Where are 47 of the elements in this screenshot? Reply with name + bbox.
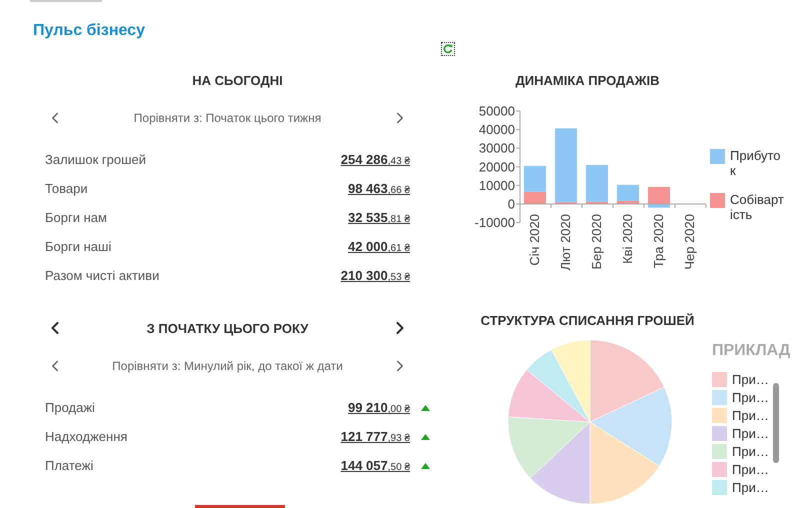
y-tick-label: -10000: [474, 215, 515, 230]
row-label: Разом чисті активи: [45, 268, 160, 283]
refresh-icon[interactable]: [441, 42, 455, 56]
x-tick-label: Кві 2020: [620, 214, 635, 264]
row-label: Надходження: [45, 429, 128, 444]
section-heading: З ПОЧАТКУ ЦЬОГО РОКУ: [146, 320, 308, 336]
amount-link[interactable]: 144 057,50 ₴: [340, 458, 410, 473]
section-heading: НА СЬОГОДНІ: [192, 72, 283, 88]
row-label: Борги наші: [45, 239, 112, 254]
legend-label: При…: [732, 426, 769, 441]
legend-title: ПРИКЛАД: [712, 341, 790, 361]
amount-link[interactable]: 99 210,00 ₴: [348, 400, 410, 415]
chart-title: ДИНАМІКА ПРОДАЖІВ: [516, 72, 660, 88]
compare-label: Порівняти з: Минулий рік, до такої ж дати: [112, 359, 343, 373]
row-label: Борги нам: [45, 210, 108, 225]
row-label: Продажі: [45, 400, 96, 415]
amount-link[interactable]: 42 000,61 ₴: [348, 239, 410, 254]
amount-link[interactable]: 98 463,66 ₴: [348, 181, 410, 196]
row-label: Товари: [45, 181, 89, 196]
legend-label: При…: [732, 372, 769, 387]
row-label: Платежі: [45, 458, 94, 473]
legend-label: Собівартість: [730, 192, 784, 222]
amount-link[interactable]: 121 777,93 ₴: [340, 429, 410, 444]
compare-label: Порівняти з: Початок цього тижня: [134, 111, 322, 125]
page-title: Пульс бізнесу: [33, 21, 146, 41]
legend-label: При…: [732, 390, 769, 405]
x-tick-label: Чер 2020: [682, 214, 697, 270]
amount-link[interactable]: 254 286,43 ₴: [340, 152, 410, 167]
row-label: Залишок грошей: [45, 152, 148, 167]
legend-label: При…: [732, 480, 769, 495]
legend-label: При…: [732, 408, 769, 423]
amount-link[interactable]: 32 535,81 ₴: [348, 210, 410, 225]
x-tick-label: Бер 2020: [589, 214, 604, 270]
y-tick-label: 40000: [478, 122, 515, 138]
legend-label: При…: [732, 444, 769, 459]
chart-title: СТРУКТУРА СПИСАННЯ ГРОШЕЙ: [480, 313, 694, 328]
y-tick-label: 30000: [478, 140, 515, 156]
y-tick-label: 0: [508, 196, 515, 212]
y-tick-label: 20000: [478, 159, 515, 174]
y-tick-label: 50000: [478, 104, 515, 118]
y-tick-label: 10000: [478, 178, 515, 193]
amount-link[interactable]: 210 300,53 ₴: [340, 268, 410, 283]
legend-label: Прибуток: [730, 148, 782, 178]
x-tick-label: Тра 2020: [651, 214, 666, 268]
legend-label: При…: [732, 462, 769, 477]
x-tick-label: Січ 2020: [527, 214, 542, 266]
x-tick-label: Лют 2020: [558, 214, 573, 270]
